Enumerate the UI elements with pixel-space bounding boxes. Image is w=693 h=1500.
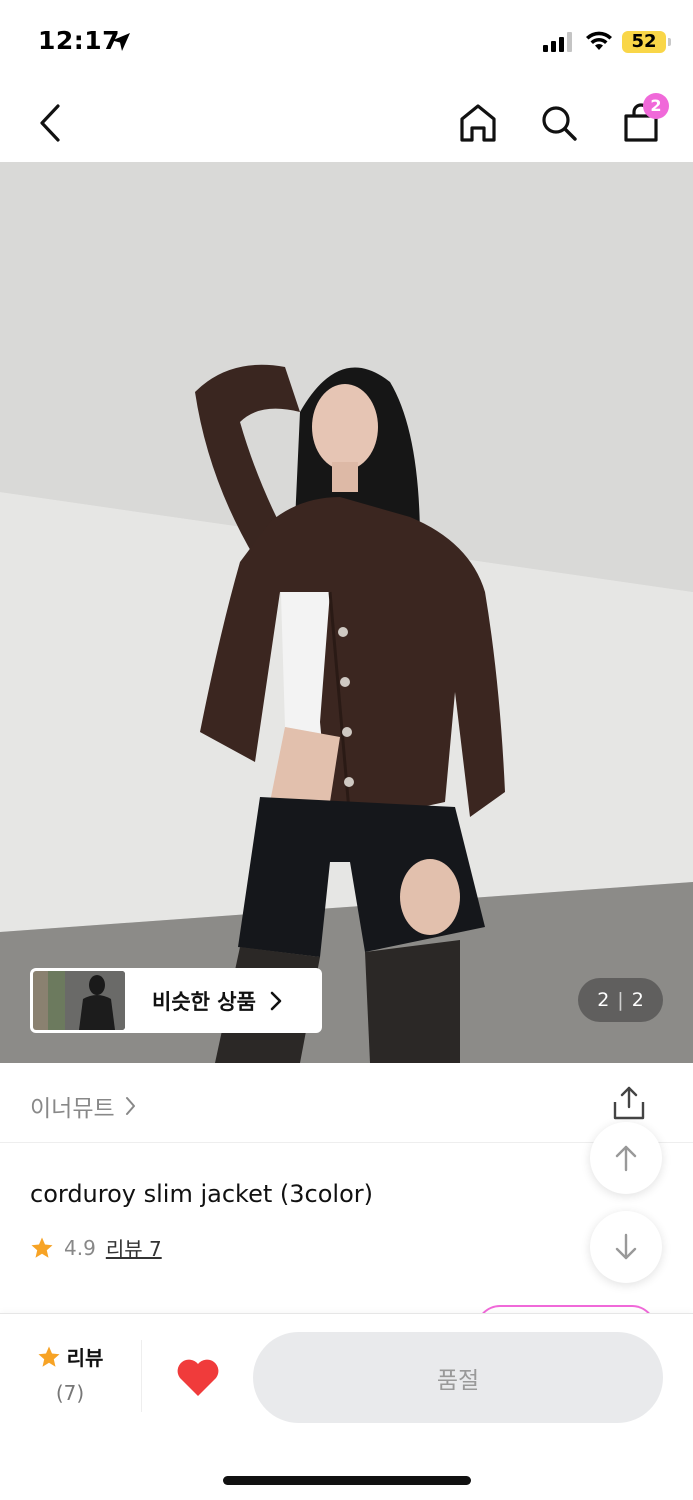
status-bar: 12:17 52 <box>0 0 693 84</box>
product-photo <box>0 162 693 1063</box>
top-navigation: 2 <box>0 84 693 162</box>
divider <box>141 1340 142 1412</box>
review-summary-button[interactable]: 리뷰 (7) <box>30 1342 110 1405</box>
similar-products-label: 비슷한 상품 <box>152 989 256 1014</box>
sold-out-button[interactable]: 품절 <box>253 1332 663 1423</box>
wishlist-button[interactable] <box>168 1348 228 1408</box>
similar-thumbnail <box>33 971 48 1030</box>
review-link[interactable]: 리뷰 7 <box>106 1233 162 1262</box>
share-icon <box>613 1086 645 1120</box>
review-label: 리뷰 <box>66 1346 104 1370</box>
page-current: 2 <box>597 989 610 1011</box>
scroll-down-button[interactable] <box>590 1211 662 1283</box>
page-separator: | <box>617 989 624 1011</box>
rating-row: 4.9 리뷰 7 <box>30 1233 162 1262</box>
page-total: 2 <box>631 989 644 1011</box>
similar-thumbnail <box>65 971 125 1030</box>
brand-name: 이너뮤트 <box>30 1096 115 1122</box>
cart-button[interactable]: 2 <box>611 84 671 162</box>
brand-row: 이너뮤트 <box>0 1063 693 1143</box>
chevron-right-icon <box>270 991 282 1010</box>
similar-products-button[interactable]: 비슷한 상품 <box>30 968 322 1033</box>
cellular-signal-icon <box>543 32 572 52</box>
arrow-down-icon <box>615 1233 637 1260</box>
location-arrow-icon <box>112 33 130 51</box>
image-page-indicator: 2 | 2 <box>578 978 663 1022</box>
similar-thumbnail <box>48 971 65 1030</box>
similar-product-thumbnails <box>33 971 125 1030</box>
product-image-carousel[interactable]: 비슷한 상품 2 | 2 <box>0 162 693 1063</box>
scroll-up-button[interactable] <box>590 1122 662 1194</box>
share-button[interactable] <box>612 1085 646 1125</box>
wifi-icon <box>586 31 612 50</box>
arrow-up-icon <box>615 1145 637 1172</box>
search-icon <box>542 106 577 141</box>
battery-indicator: 52 <box>622 31 671 53</box>
bottom-action-bar: 리뷰 (7) 품절 <box>0 1313 693 1500</box>
heart-icon <box>177 1359 219 1396</box>
chevron-right-icon <box>125 1097 135 1115</box>
product-title: corduroy slim jacket (3color) <box>30 1180 373 1208</box>
chevron-left-icon <box>40 104 60 142</box>
search-button[interactable] <box>529 84 589 162</box>
review-count: (7) <box>55 1381 85 1405</box>
status-time: 12:17 <box>38 26 121 55</box>
home-icon <box>460 104 496 142</box>
home-indicator[interactable] <box>223 1476 471 1485</box>
back-button[interactable] <box>20 84 80 162</box>
rating-value: 4.9 <box>64 1235 96 1260</box>
cart-count-badge: 2 <box>643 93 669 119</box>
star-icon <box>38 1346 60 1367</box>
home-button[interactable] <box>448 84 508 162</box>
brand-link[interactable]: 이너뮤트 <box>30 1089 136 1123</box>
star-icon <box>31 1237 53 1258</box>
